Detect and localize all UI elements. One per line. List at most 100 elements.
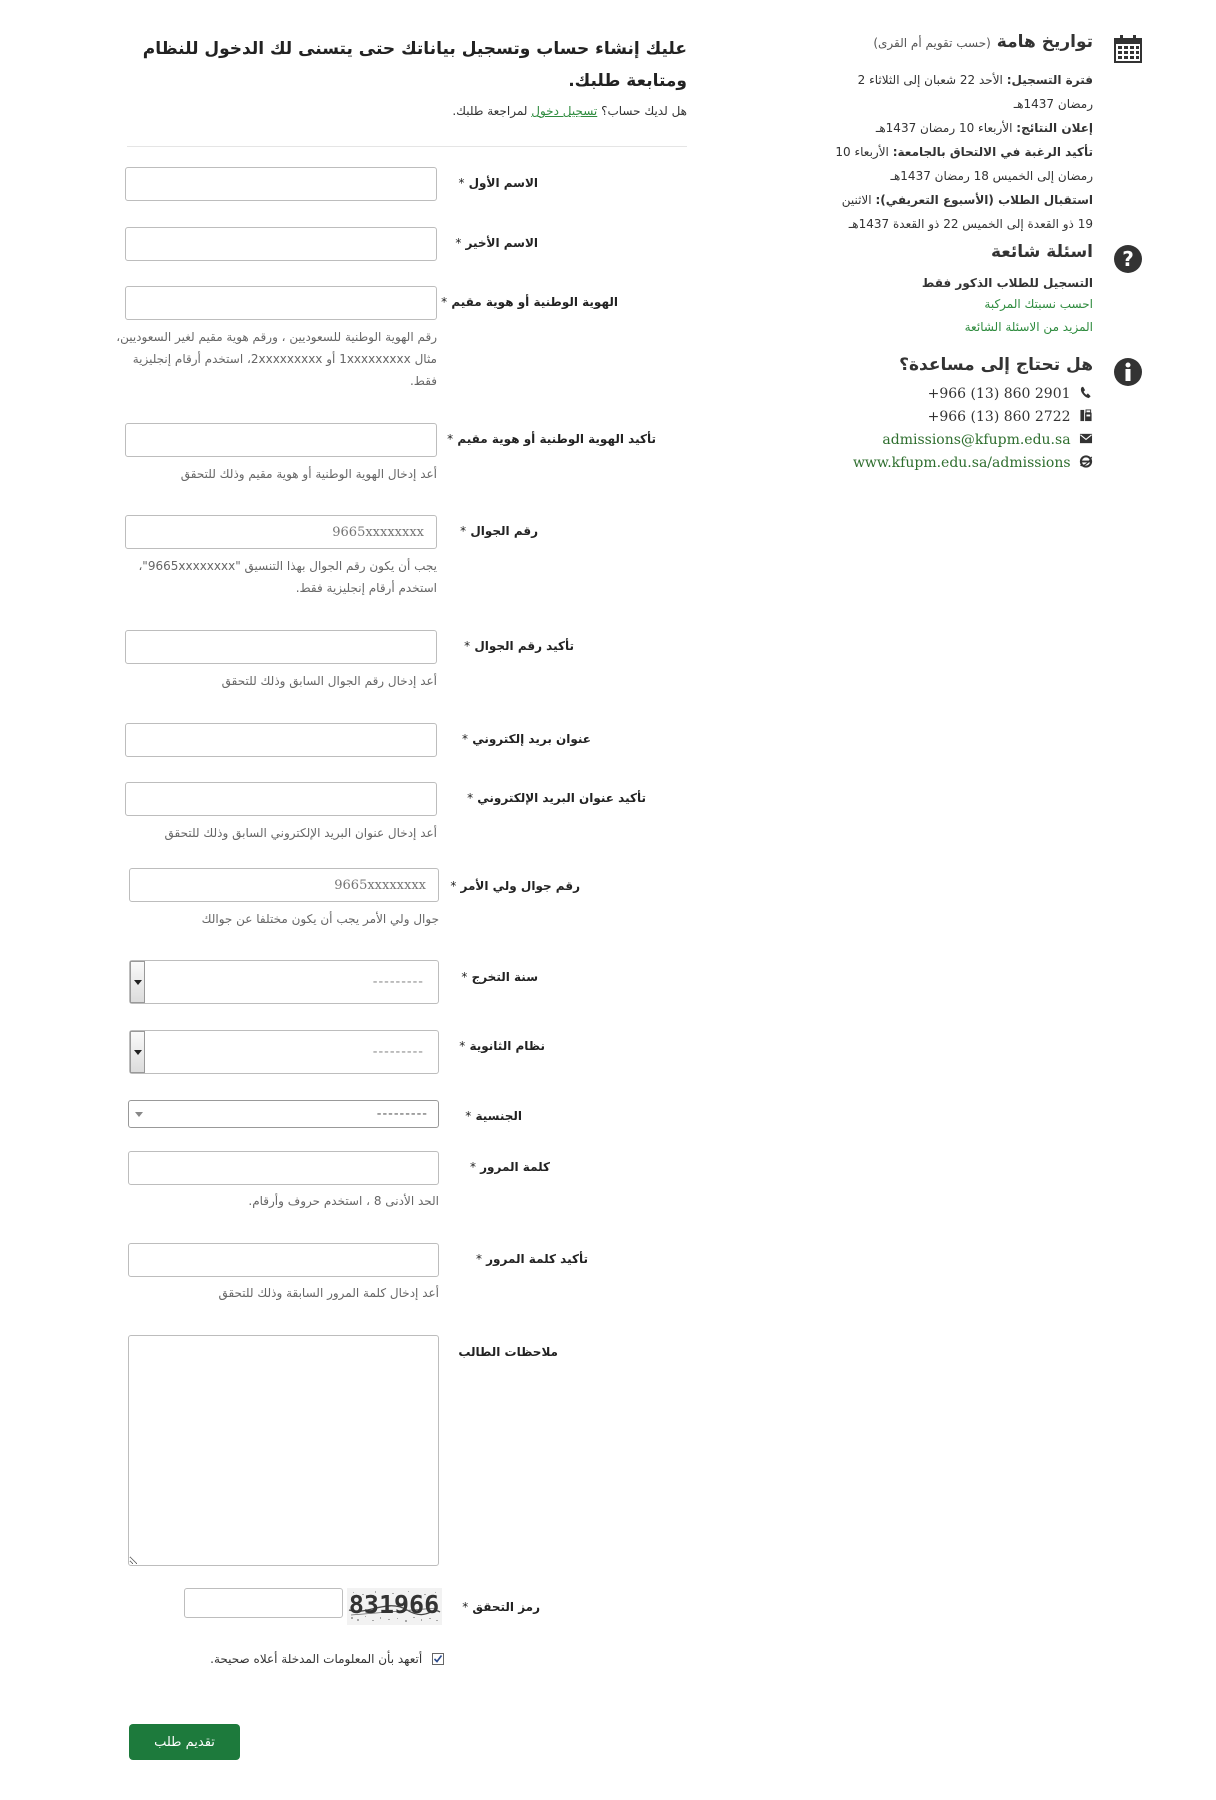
guardian-mobile-input[interactable] (129, 868, 439, 902)
phone-icon (1080, 386, 1091, 399)
first-name-label: الاسم الأول * (455, 176, 538, 190)
dropdown-arrow-icon[interactable] (130, 961, 145, 1003)
email-label: عنوان بريد إلكتروني * (459, 732, 591, 746)
info-circle-icon (1114, 358, 1142, 386)
required-mark: * (467, 791, 474, 805)
contact-fax: +966 (13) 860 2722 (928, 409, 1093, 425)
student-orientation: استقبال الطلاب (الأسبوع التعريفي): الاثن… (823, 188, 1093, 236)
national-id-label: الهوية الوطنية أو هوية مقيم * (438, 295, 618, 309)
mobile-confirm-input[interactable] (125, 630, 437, 664)
have-account-line: هل لديك حساب؟ تسجيل دخول لمراجعة طلبك. (452, 104, 687, 118)
school-system-select[interactable]: --------- (129, 1030, 439, 1074)
required-mark: * (465, 1109, 472, 1123)
required-mark: * (462, 1600, 469, 1614)
fax-number: +966 (13) 860 2722 (927, 409, 1071, 425)
pledge-label: أتعهد بأن المعلومات المدخلة أعلاه صحيحة. (210, 1652, 423, 1666)
pledge-row: أتعهد بأن المعلومات المدخلة أعلاه صحيحة. (210, 1652, 444, 1666)
nationality-select[interactable]: --------- (128, 1100, 439, 1128)
envelope-icon (1079, 433, 1093, 444)
email-label-text: عنوان بريد إلكتروني (472, 732, 591, 746)
school-system-label: نظام الثانوية * (456, 1039, 545, 1053)
password-input[interactable] (128, 1151, 439, 1185)
have-account-text: هل لديك حساب؟ (601, 104, 687, 118)
school-system-label-text: نظام الثانوية (469, 1039, 545, 1053)
browser-icon (1079, 455, 1093, 468)
registration-period: فترة التسجيل: الأحد 22 شعبان إلى الثلاثا… (823, 68, 1093, 116)
calendar-icon (1114, 35, 1142, 63)
required-mark: * (464, 639, 471, 653)
required-mark: * (475, 1252, 482, 1266)
national-id-confirm-label-text: تأكيد الهوية الوطنية أو هوية مقيم (457, 432, 656, 446)
first-name-input[interactable] (125, 167, 437, 201)
important-dates-title: تواريخ هامة (حسب تقويم أم القرى) (833, 32, 1093, 52)
question-circle-icon: ? (1114, 245, 1142, 273)
mobile-help: يجب أن يكون رقم الجوال بهذا التنسيق "966… (138, 559, 437, 595)
last-name-label: الاسم الأخير * (452, 236, 538, 250)
password-confirm-label-text: تأكيد كلمة المرور (486, 1252, 588, 1266)
mobile-confirm-help: أعد إدخال رقم الجوال السابق وذلك للتحقق (221, 674, 437, 688)
student-orientation-label: استقبال الطلاب (الأسبوع التعريفي): (875, 193, 1093, 207)
graduation-year-label: سنة التخرج * (458, 970, 538, 984)
results-announcement: إعلان النتائج: الأربعاء 10 رمضان 1437هـ (823, 116, 1093, 140)
notes-textarea[interactable] (128, 1335, 439, 1566)
national-id-label-text: الهوية الوطنية أو هوية مقيم (451, 295, 618, 309)
mobile-input[interactable] (125, 515, 437, 549)
help-title: هل تحتاج إلى مساعدة؟ (899, 355, 1093, 375)
important-dates-subtitle: (حسب تقويم أم القرى) (873, 36, 991, 50)
website-link[interactable]: www.kfupm.edu.sa/admissions (853, 455, 1071, 471)
have-account-suffix: لمراجعة طلبك. (452, 104, 528, 118)
mobile-label: رقم الجوال * (457, 524, 538, 538)
national-id-confirm-input[interactable] (125, 423, 437, 457)
captcha-input[interactable] (184, 1588, 343, 1618)
results-announcement-value: الأربعاء 10 رمضان 1437هـ (875, 121, 1013, 135)
email-confirm-label: تأكيد عنوان البريد الإلكتروني * (464, 791, 646, 805)
national-id-confirm-label: تأكيد الهوية الوطنية أو هوية مقيم * (444, 432, 656, 446)
captcha-code: 831966 (349, 1590, 439, 1619)
calculate-composite-link[interactable]: احسب نسبتك المركبة (984, 297, 1093, 311)
last-name-input[interactable] (125, 227, 437, 261)
pledge-checkbox[interactable] (432, 1653, 444, 1665)
graduation-year-label-text: سنة التخرج (471, 970, 538, 984)
mobile-confirm-label: تأكيد رقم الجوال * (461, 639, 574, 653)
more-faq-link[interactable]: المزيد من الاسئلة الشائعة (965, 320, 1093, 334)
notes-label: ملاحظات الطالب (458, 1345, 558, 1359)
phone-number: +966 (13) 860 2901 (927, 386, 1071, 402)
mobile-label-text: رقم الجوال (470, 524, 538, 538)
password-confirm-input[interactable] (128, 1243, 439, 1277)
mobile-confirm-label-text: تأكيد رقم الجوال (474, 639, 574, 653)
email-confirm-input[interactable] (125, 782, 437, 816)
guardian-mobile-label: رقم جوال ولي الأمر * (447, 879, 580, 893)
faq-title: اسئلة شائعة (990, 242, 1093, 262)
captcha-label-text: رمز التحقق (472, 1600, 540, 1614)
graduation-year-select[interactable]: --------- (129, 960, 439, 1004)
email-address[interactable]: admissions@kfupm.edu.sa (882, 432, 1070, 448)
required-mark: * (460, 524, 467, 538)
results-announcement-label: إعلان النتائج: (1016, 121, 1093, 135)
submit-application-button[interactable]: تقديم طلب القبول (129, 1724, 240, 1786)
contact-email[interactable]: admissions@kfupm.edu.sa (882, 432, 1093, 448)
last-name-label-text: الاسم الأخير (465, 236, 539, 250)
nationality-label: الجنسية * (462, 1109, 522, 1123)
page-title: عليك إنشاء حساب وتسجيل بياناتك حتى يتسنى… (142, 39, 687, 91)
required-mark: * (459, 1039, 466, 1053)
required-mark: * (455, 236, 462, 250)
dropdown-arrow-icon[interactable] (130, 1031, 145, 1073)
contact-website[interactable]: www.kfupm.edu.sa/admissions (853, 455, 1093, 471)
check-icon (433, 1655, 443, 1663)
required-mark: * (447, 432, 454, 446)
important-dates-heading: تواريخ هامة (996, 32, 1093, 52)
password-label: كلمة المرور * (467, 1160, 550, 1174)
login-link[interactable]: تسجيل دخول (531, 104, 597, 118)
important-dates-list: فترة التسجيل: الأحد 22 شعبان إلى الثلاثا… (823, 68, 1093, 236)
chevron-down-icon (135, 1112, 143, 1117)
email-input[interactable] (125, 723, 437, 757)
national-id-confirm-help: أعد إدخال الهوية الوطنية أو هوية مقيم وذ… (180, 467, 437, 481)
contact-phone: +966 (13) 860 2901 (928, 386, 1093, 402)
guardian-mobile-help: جوال ولي الأمر يجب أن يكون مختلفا عن جوا… (201, 912, 439, 926)
divider (127, 146, 687, 147)
notes-label-text: ملاحظات الطالب (458, 1345, 558, 1359)
password-confirm-help: أعد إدخال كلمة المرور السابقة وذلك للتحق… (218, 1286, 439, 1300)
national-id-input[interactable] (125, 286, 437, 320)
email-confirm-help: أعد إدخال عنوان البريد الإلكتروني السابق… (164, 826, 437, 840)
svg-text:?: ? (1122, 247, 1134, 271)
